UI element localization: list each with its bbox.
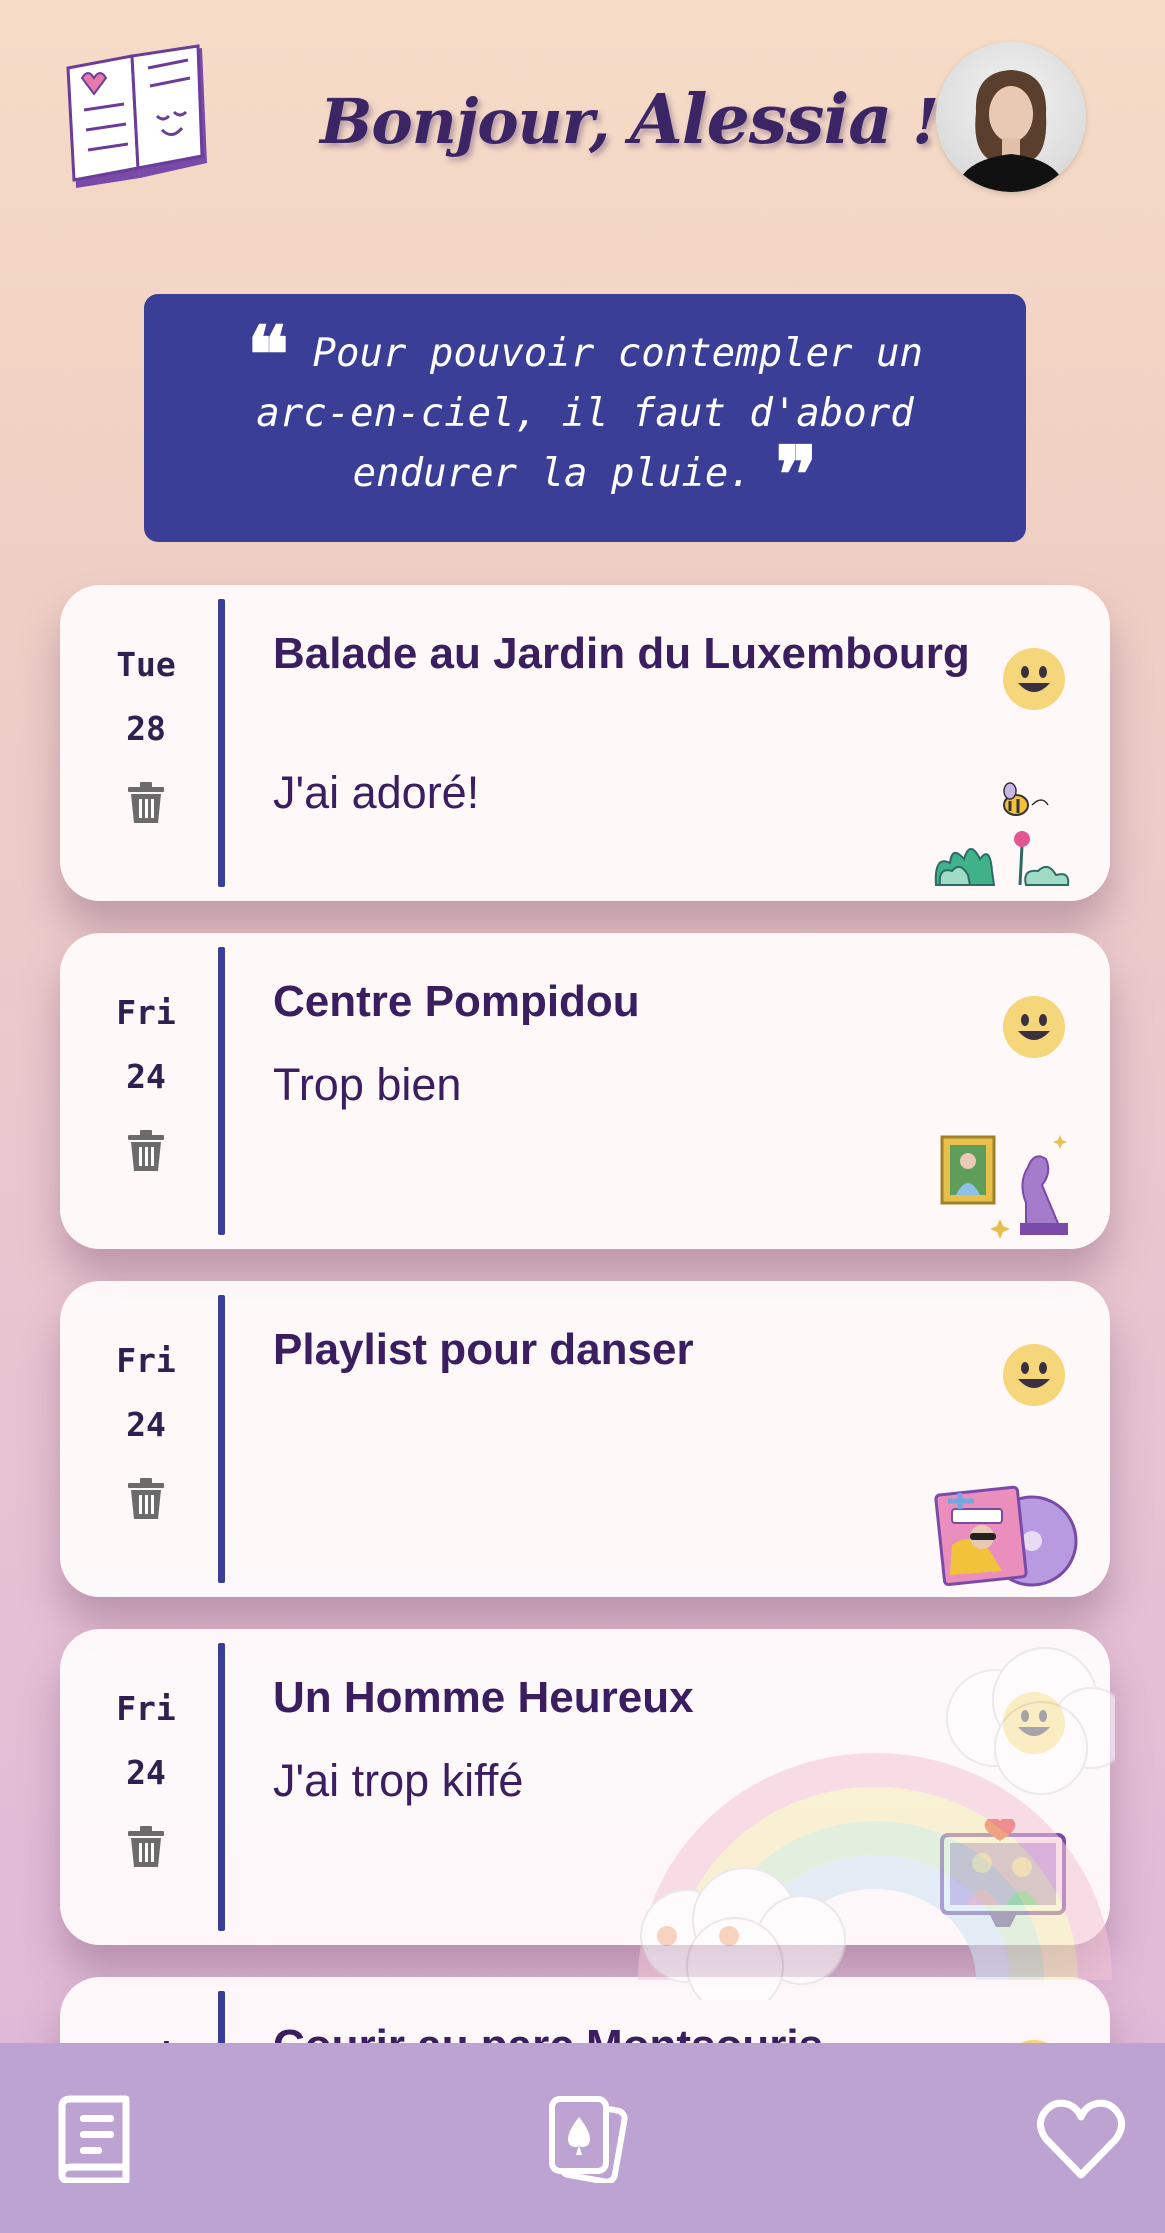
user-name: Alessia — [630, 80, 892, 160]
entry-day-number: 24 — [126, 1753, 166, 1792]
vinyl-record-sticker — [934, 1485, 1078, 1587]
journal-book-icon[interactable] — [52, 2095, 136, 2183]
entry-divider — [218, 1295, 225, 1583]
open-quote-icon: ❝ — [247, 310, 289, 401]
journal-entry-card[interactable]: Fri 24 Playlist pour danser — [60, 1281, 1110, 1597]
greeting-title: Bonjour, Alessia ! — [320, 80, 939, 180]
user-avatar — [956, 70, 1066, 192]
close-quote-icon: ❞ — [775, 430, 818, 521]
trash-icon[interactable] — [126, 781, 166, 825]
playing-cards-icon[interactable] — [544, 2095, 628, 2183]
entry-divider — [218, 1643, 225, 1931]
entry-note: J'ai adoré! — [273, 767, 480, 818]
happy-face-icon[interactable] — [1002, 995, 1066, 1059]
entry-day-number: 24 — [126, 1057, 166, 1096]
entry-note: Trop bien — [273, 1059, 462, 1110]
entry-day: Tue — [116, 645, 176, 684]
movie-screen-sticker — [940, 1819, 1066, 1927]
entry-day: Fri — [116, 1689, 176, 1728]
entry-divider — [218, 599, 225, 887]
entry-date: Tue 28 — [60, 633, 232, 761]
entry-day: Fri — [116, 993, 176, 1032]
entry-day: Fri — [116, 1341, 176, 1380]
trash-icon[interactable] — [126, 1825, 166, 1869]
greeting-suffix: ! — [891, 85, 939, 158]
daily-quote: ❝ Pour pouvoir contempler un arc-en-ciel… — [144, 294, 1026, 542]
bottom-navigation — [0, 2043, 1165, 2233]
entry-title: Playlist pour danser — [273, 1325, 694, 1374]
entry-title: Balade au Jardin du Luxembourg — [273, 629, 970, 678]
journal-entry-card[interactable]: Tue 28 Balade au Jardin du Luxembourg J'… — [60, 585, 1110, 901]
trash-icon[interactable] — [126, 1477, 166, 1521]
journal-entry-card[interactable]: Fri 24 Un Homme Heureux J'ai trop kiffé — [60, 1629, 1110, 1945]
happy-face-icon[interactable] — [1002, 1343, 1066, 1407]
trash-icon[interactable] — [126, 1129, 166, 1173]
garden-bee-sticker — [934, 782, 1070, 886]
journal-entry-card[interactable]: Fri 24 Centre Pompidou Trop bien — [60, 933, 1110, 1249]
heart-icon[interactable] — [1036, 2095, 1126, 2183]
entry-date: Fri 24 — [60, 981, 232, 1109]
avatar[interactable] — [936, 42, 1086, 192]
open-book-icon — [66, 44, 207, 188]
museum-art-sticker — [940, 1135, 1068, 1239]
happy-face-icon[interactable] — [1002, 1691, 1066, 1755]
entry-date: Fri 24 — [60, 1329, 232, 1457]
entry-note: J'ai trop kiffé — [273, 1755, 524, 1806]
entry-day-number: 24 — [126, 1405, 166, 1444]
entry-date: Fri 24 — [60, 1677, 232, 1805]
entry-title: Centre Pompidou — [273, 977, 640, 1026]
entry-day-number: 28 — [126, 709, 166, 748]
entry-title: Un Homme Heureux — [273, 1673, 694, 1722]
happy-face-icon[interactable] — [1002, 647, 1066, 711]
quote-text: Pour pouvoir contempler un arc-en-ciel, … — [256, 331, 923, 496]
entry-divider — [218, 947, 225, 1235]
greeting-prefix: Bonjour, — [320, 85, 631, 158]
header: Bonjour, Alessia ! — [0, 0, 1165, 230]
